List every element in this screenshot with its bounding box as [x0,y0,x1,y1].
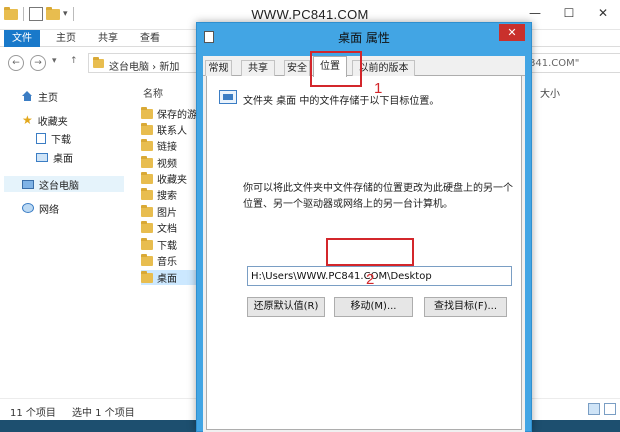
status-selection: 选中 1 个项目 [72,408,135,419]
find-target-button[interactable]: 查找目标(F)... [424,297,507,317]
navigation-pane: 主页 ★ 收藏夹 下载 桌面 这台电脑 网络 [0,80,133,398]
tab-share[interactable]: 共享 [88,30,128,47]
tab-previous-versions[interactable]: 以前的版本 [352,60,415,76]
folder-icon [141,106,153,119]
nav-item-downloads[interactable]: 下载 [36,130,71,146]
step-1-label: 1 [374,80,383,97]
nav-item-favorites[interactable]: ★ 收藏夹 [22,112,68,128]
list-item[interactable]: 下载 [141,237,177,252]
folder-icon [141,171,153,184]
desktop-icon [36,152,48,162]
column-header-size[interactable]: 大小 [540,85,560,100]
tab-file[interactable]: 文件 [4,30,40,47]
computer-icon [22,179,34,189]
list-item[interactable]: 链接 [141,138,177,153]
large-icons-view-button[interactable] [604,403,616,415]
list-item[interactable]: 联系人 [141,122,187,137]
column-header-name[interactable]: 名称 [143,85,163,100]
folder-icon [219,90,237,104]
location-panel: 文件夹 桌面 中的文件存储于以下目标位置。 你可以将此文件夹中文件存储的位置更改… [206,76,522,430]
nav-item-this-pc[interactable]: 这台电脑 [4,176,124,192]
maximize-button[interactable]: ☐ [552,0,586,26]
properties-dialog: 桌面 属性 ✕ 常规 共享 安全 位置 以前的版本 文件夹 桌面 中的文件存储于… [196,22,532,432]
star-icon: ★ [22,113,33,127]
folder-icon [141,155,153,168]
tab-location[interactable]: 位置 [313,56,347,77]
close-button[interactable]: ✕ [586,0,620,26]
tab-general[interactable]: 常规 [205,60,232,76]
network-icon [22,203,34,213]
move-button[interactable]: 移动(M)... [334,297,413,317]
target-path-input[interactable] [247,266,512,286]
tab-view[interactable]: 查看 [130,30,170,47]
tab-sharing[interactable]: 共享 [241,60,275,76]
list-item[interactable]: 文档 [141,220,177,235]
download-icon [36,132,46,144]
step-2-label: 2 [366,271,375,288]
folder-icon [141,138,153,151]
dialog-tabs: 常规 共享 安全 位置 以前的版本 [203,56,525,77]
list-item[interactable]: 保存的游 [141,106,197,121]
status-item-count: 11 个项目 [10,408,56,419]
list-item[interactable]: 收藏夹 [141,171,187,186]
list-item-selected[interactable]: 桌面 [141,270,197,285]
folder-icon [141,253,153,266]
address-path: 这台电脑 › 新加 [109,62,180,73]
folder-icon [141,204,153,217]
dialog-title: 桌面 属性 [338,31,390,45]
folder-icon [93,57,104,68]
folder-icon [141,187,153,200]
forward-button[interactable]: → [30,55,46,71]
folder-icon [141,122,153,135]
search-text: 841.COM" [529,58,580,69]
folder-icon [141,237,153,250]
tab-security[interactable]: 安全 [284,60,310,76]
address-bar[interactable]: 这台电脑 › 新加 [88,53,213,73]
folder-icon [141,270,153,283]
recent-dropdown-icon[interactable]: ▾ [52,56,57,66]
list-item[interactable]: 搜索 [141,187,177,202]
folder-icon [141,220,153,233]
list-item[interactable]: 音乐 [141,253,177,268]
restore-default-button[interactable]: 还原默认值(R) [247,297,325,317]
home-icon [22,91,33,101]
tab-home[interactable]: 主页 [46,30,86,47]
nav-item-home[interactable]: 主页 [22,88,58,104]
nav-item-network[interactable]: 网络 [22,200,59,216]
list-item[interactable]: 视频 [141,155,177,170]
dialog-body: 常规 共享 安全 位置 以前的版本 文件夹 桌面 中的文件存储于以下目标位置。 … [203,56,525,432]
nav-item-desktop[interactable]: 桌面 [36,149,73,165]
details-view-button[interactable] [588,403,600,415]
back-button[interactable]: ← [8,55,24,71]
location-instructions: 你可以将此文件夹中文件存储的位置更改为此硬盘上的另一个位置、另一个驱动器或网络上… [243,183,513,210]
search-box[interactable]: 841.COM" [528,53,620,73]
dialog-close-button[interactable]: ✕ [499,24,525,41]
location-description: 文件夹 桌面 中的文件存储于以下目标位置。 [243,96,440,107]
list-item[interactable]: 图片 [141,204,177,219]
up-button[interactable]: ↑ [70,56,78,66]
